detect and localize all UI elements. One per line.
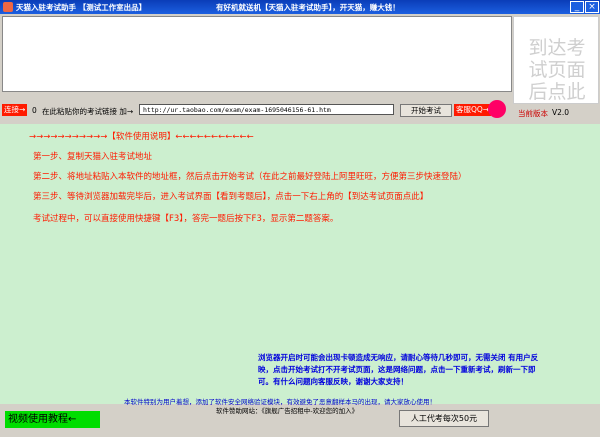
app-icon	[3, 2, 13, 12]
customer-service-qq-button[interactable]: 客服QQ→	[454, 104, 492, 116]
window-title: 天猫入驻考试助手 【测试工作室出品】	[16, 3, 147, 12]
version-value: V2.0	[552, 108, 570, 117]
start-exam-button[interactable]: 开始考试	[400, 104, 452, 117]
paste-link-label: 在此粘贴你的考试链接 加→	[42, 107, 134, 116]
close-button[interactable]: ×	[585, 1, 599, 13]
instruction-step-4: 考试过程中，可以直接使用快捷键【F3】，答完一题后按下F3，显示第二题答案。	[33, 214, 339, 224]
instruction-step-2: 第二步、将地址粘贴入本软件的地址框，然后点击开始考试（在此之前最好登陆上阿里旺旺…	[33, 172, 467, 182]
qq-avatar-icon[interactable]	[488, 100, 506, 118]
speed-value: 0	[32, 106, 37, 115]
instructions-heading: →→→→→→→→→→→【软件使用说明】←←←←←←←←←←←	[29, 132, 254, 142]
log-text-area[interactable]	[2, 16, 512, 92]
instructions-panel: →→→→→→→→→→→【软件使用说明】←←←←←←←←←←← 第一步、复制天猫入…	[0, 124, 600, 404]
speed-button[interactable]: 连接→	[2, 104, 28, 116]
manual-exam-button[interactable]: 人工代考每次50元	[399, 410, 489, 427]
title-bar: 天猫入驻考试助手 【测试工作室出品】 有好机就送机【天猫入驻考试助手】，开天猫，…	[0, 0, 600, 14]
version-label: 当前版本	[518, 109, 548, 118]
minimize-button[interactable]: _	[570, 1, 584, 13]
sponsor-line[interactable]: 软件赞助网站：《旗舰广告招租中-欢迎您的加入》	[216, 405, 358, 415]
video-tutorial-button[interactable]: 视频使用教程←	[5, 411, 100, 428]
arrive-exam-page-button[interactable]: 到达考 试页面 后点此	[513, 16, 599, 104]
exam-url-input[interactable]: http://ur.taobao.com/exam/exam-169504615…	[139, 104, 394, 115]
arrive-exam-page-label: 到达考 试页面 后点此	[528, 37, 586, 103]
browser-notice: 浏览器开启时可能会出现卡顿造成无响应，请耐心等待几秒即可，无需关闭 有用户反映，…	[258, 353, 539, 386]
instruction-step-1: 第一步、复制天猫入驻考试地址	[33, 152, 153, 162]
instruction-step-3: 第三步、等待浏览器加载完毕后，进入考试界面【看到考题后】，点击一下右上角的【到达…	[33, 192, 429, 202]
window-slogan: 有好机就送机【天猫入驻考试助手】，开天猫，赚大钱！	[216, 3, 400, 12]
